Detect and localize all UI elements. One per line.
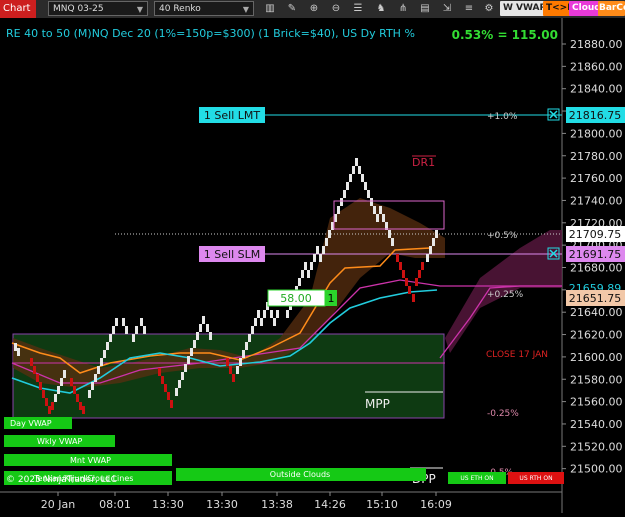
close-label: CLOSE 17 JAN bbox=[486, 350, 548, 360]
y-tick-label: 21500.00 bbox=[570, 463, 623, 476]
chevron-down-icon: ▼ bbox=[136, 5, 143, 14]
wkly-vwap-label: Wkly VWAP bbox=[37, 437, 82, 446]
outside-clouds-label: Outside Clouds bbox=[270, 470, 330, 479]
y-tick-label: 21600.00 bbox=[570, 351, 623, 364]
settings-icon[interactable]: ⚙ bbox=[482, 1, 496, 16]
chart-svg[interactable]: RE 40 to 50 (M)NQ Dec 20 (1%=150p=$300) … bbox=[0, 18, 625, 513]
y-tick-label: 21880.00 bbox=[570, 38, 623, 51]
properties-icon[interactable]: ☰ bbox=[351, 1, 365, 16]
y-tick-label: 21800.00 bbox=[570, 127, 623, 140]
bar-chart-icon[interactable]: ▥ bbox=[263, 1, 277, 16]
pct-plus-05: +0.5% bbox=[487, 231, 518, 241]
price-slm: 21691.75 bbox=[569, 248, 622, 261]
x-tick-label: 14:26 bbox=[314, 498, 346, 511]
chart-panel[interactable]: RE 40 to 50 (M)NQ Dec 20 (1%=150p=$300) … bbox=[0, 18, 625, 513]
bar-type-selector[interactable]: 40 Renko ▼ bbox=[154, 1, 254, 16]
x-tick-label: 13:38 bbox=[261, 498, 293, 511]
indicator-icon[interactable]: ⋔ bbox=[396, 1, 410, 16]
y-tick-label: 21740.00 bbox=[570, 194, 623, 207]
price-lower: 21651.75 bbox=[569, 292, 622, 305]
lines-icon[interactable]: ≡ bbox=[462, 1, 476, 16]
y-tick-label: 21580.00 bbox=[570, 373, 623, 386]
window-title: Chart bbox=[0, 0, 36, 18]
y-tick-label: 21540.00 bbox=[570, 418, 623, 431]
zoom-out-icon[interactable]: ⊖ bbox=[329, 1, 343, 16]
price-lmt: 21816.75 bbox=[569, 109, 622, 122]
wvwap-button[interactable]: W VWAP bbox=[500, 1, 550, 16]
pct-plus-1: +1.0% bbox=[487, 112, 518, 122]
dr1-label: DR1 bbox=[412, 156, 435, 169]
toolbar: Chart MNQ 03-25 ▼ 40 Renko ▼ ▥ ✎ ⊕ ⊖ ☰ ♞… bbox=[0, 0, 625, 19]
chevron-down-icon: ▼ bbox=[242, 5, 249, 14]
bar-type-label: 40 Renko bbox=[159, 4, 201, 14]
price-last: 21709.75 bbox=[569, 228, 622, 241]
pct-readout: 0.53% = 115.00 bbox=[452, 28, 558, 42]
barcolor-button[interactable]: BarCo bbox=[598, 1, 625, 16]
y-tick-label: 21520.00 bbox=[570, 440, 623, 453]
x-tick-label: 13:30 bbox=[206, 498, 238, 511]
y-tick-label: 21860.00 bbox=[570, 60, 623, 73]
pct-plus-025: +0.25% bbox=[487, 290, 524, 300]
qty-count: 1 bbox=[328, 292, 335, 305]
sell-slm-label: 1 Sell SLM bbox=[204, 248, 260, 261]
y-tick-label: 21560.00 bbox=[570, 396, 623, 409]
y-tick-label: 21760.00 bbox=[570, 172, 623, 185]
y-tick-label: 21620.00 bbox=[570, 329, 623, 342]
x-tick-label: 20 Jan bbox=[41, 498, 75, 511]
zoom-in-icon[interactable]: ⊕ bbox=[307, 1, 321, 16]
instrument-selector[interactable]: MNQ 03-25 ▼ bbox=[48, 1, 148, 16]
x-tick-label: 16:09 bbox=[420, 498, 452, 511]
template-icon[interactable]: ▤ bbox=[418, 1, 432, 16]
pencil-icon[interactable]: ✎ bbox=[285, 1, 299, 16]
mnt-vwap-label: Mnt VWAP bbox=[70, 456, 111, 465]
y-tick-label: 21640.00 bbox=[570, 306, 623, 319]
pct-minus-025: -0.25% bbox=[487, 409, 519, 419]
x-tick-label: 15:10 bbox=[366, 498, 398, 511]
chart-header: RE 40 to 50 (M)NQ Dec 20 (1%=150p=$300) … bbox=[6, 27, 415, 40]
us-rth-label: US RTH ON bbox=[519, 475, 552, 482]
sell-lmt-label: 1 Sell LMT bbox=[204, 109, 260, 122]
y-tick-label: 21840.00 bbox=[570, 83, 623, 96]
x-tick-label: 13:30 bbox=[152, 498, 184, 511]
mpp-label: MPP bbox=[365, 397, 390, 411]
qty-value: 58.00 bbox=[280, 292, 312, 305]
y-tick-label: 21780.00 bbox=[570, 150, 623, 163]
indicator-label: Tenkan/Kijun/Cloud Lines bbox=[33, 474, 133, 483]
x-tick-label: 08:01 bbox=[99, 498, 131, 511]
instrument-label: MNQ 03-25 bbox=[53, 4, 104, 14]
day-vwap-label: Day VWAP bbox=[10, 419, 52, 428]
strategy-icon[interactable]: ♞ bbox=[374, 1, 388, 16]
arrow-icon[interactable]: ⇲ bbox=[440, 1, 454, 16]
us-eth-label: US ETH ON bbox=[460, 475, 493, 482]
y-tick-label: 21680.00 bbox=[570, 262, 623, 275]
